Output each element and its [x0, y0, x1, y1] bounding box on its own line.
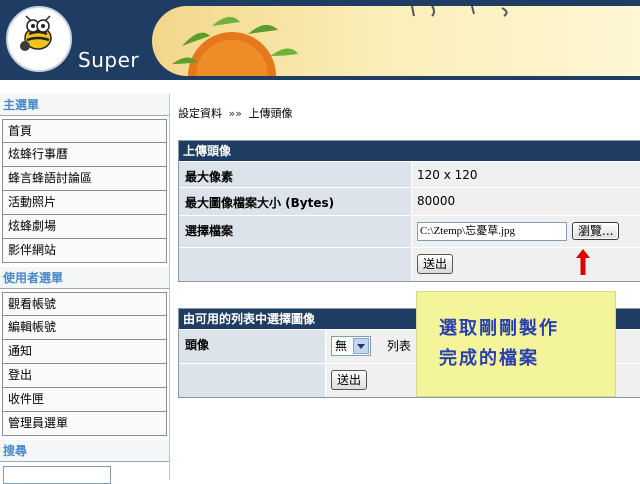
chevron-down-icon: [353, 338, 369, 354]
max-size-value: 80000: [412, 188, 640, 215]
file-path-input[interactable]: C:\Ztemp\忘憂草.jpg: [417, 222, 567, 241]
sidebar: 主選單 首頁 炫蜂行事曆 蜂言蜂語討論區 活動照片 炫蜂劇場 影伴網站 使用者選…: [0, 94, 170, 484]
upload-panel-title: 上傳頭像: [179, 141, 640, 161]
choose-file-label: 選擇檔案: [179, 216, 411, 247]
search-title: 搜尋: [0, 440, 169, 462]
max-size-row: 最大圖像檔案大小 (Bytes) 80000: [179, 187, 640, 215]
site-logo-text: Super: [78, 48, 140, 72]
choose-file-row: 選擇檔案 C:\Ztemp\忘憂草.jpg 瀏覽...: [179, 215, 640, 247]
select-submit-spacer: [179, 364, 325, 397]
search-input[interactable]: [3, 466, 111, 484]
arrow-shape: [576, 249, 590, 275]
upload-avatar-panel: 上傳頭像 最大像素 120 x 120 最大圖像檔案大小 (Bytes) 800…: [178, 140, 640, 282]
sidebar-item-home[interactable]: 首頁: [2, 119, 167, 143]
user-menu: 觀看帳號 編輯帳號 通知 登出 收件匣 管理員選單: [0, 292, 169, 436]
sidebar-item-photos[interactable]: 活動照片: [2, 191, 167, 215]
sidebar-item-theater[interactable]: 炫蜂劇場: [2, 215, 167, 239]
select-submit-button[interactable]: 送出: [331, 370, 368, 390]
breadcrumb-parent[interactable]: 設定資料: [178, 107, 222, 120]
callout-line-1: 選取剛剛製作: [439, 318, 559, 339]
avatar-label: 頭像: [179, 330, 325, 363]
avatar-select-value: 無: [335, 339, 348, 353]
upload-submit-button[interactable]: 送出: [417, 254, 454, 274]
user-menu-title: 使用者選單: [0, 267, 169, 289]
max-size-label: 最大圖像檔案大小 (Bytes): [179, 188, 411, 215]
sidebar-item-calendar[interactable]: 炫蜂行事曆: [2, 143, 167, 167]
upload-submit-spacer: [179, 248, 411, 281]
breadcrumb-current: 上傳頭像: [248, 107, 293, 120]
sidebar-item-video-site[interactable]: 影伴網站: [2, 239, 167, 263]
sidebar-item-view-account[interactable]: 觀看帳號: [2, 292, 167, 316]
callout-line-2: 完成的檔案: [439, 348, 539, 369]
main-menu: 首頁 炫蜂行事曆 蜂言蜂語討論區 活動照片 炫蜂劇場 影伴網站: [0, 119, 169, 263]
sidebar-item-admin-menu[interactable]: 管理員選單: [2, 412, 167, 436]
upload-submit-cell: 送出: [412, 248, 640, 281]
sidebar-item-inbox[interactable]: 收件匣: [2, 388, 167, 412]
sidebar-item-forum[interactable]: 蜂言蜂語討論區: [2, 167, 167, 191]
max-pixels-row: 最大像素 120 x 120: [179, 161, 640, 187]
list-label[interactable]: 列表: [387, 339, 411, 353]
breadcrumb-separator: »»: [228, 107, 242, 120]
header-illustration: [152, 6, 640, 76]
avatar-select-dropdown[interactable]: 無: [331, 336, 371, 356]
breadcrumb: 設定資料 »» 上傳頭像: [178, 105, 292, 121]
main-menu-title: 主選單: [0, 94, 169, 116]
red-arrow-icon: [576, 249, 590, 275]
main-content: 設定資料 »» 上傳頭像 上傳頭像 最大像素 120 x 120 最大圖像檔案大…: [178, 94, 640, 480]
callout-note: 選取剛剛製作 完成的檔案: [416, 291, 616, 397]
browse-button[interactable]: 瀏覽...: [572, 222, 620, 240]
choose-file-cell: C:\Ztemp\忘憂草.jpg 瀏覽...: [412, 216, 640, 247]
sidebar-item-notifications[interactable]: 通知: [2, 340, 167, 364]
upload-submit-row: 送出: [179, 247, 640, 281]
sidebar-item-edit-account[interactable]: 編輯帳號: [2, 316, 167, 340]
bee-logo-icon: [20, 15, 52, 51]
max-pixels-label: 最大像素: [179, 162, 411, 187]
max-pixels-value: 120 x 120: [412, 162, 640, 187]
header-banner: Super: [0, 0, 640, 80]
sidebar-item-logout[interactable]: 登出: [2, 364, 167, 388]
